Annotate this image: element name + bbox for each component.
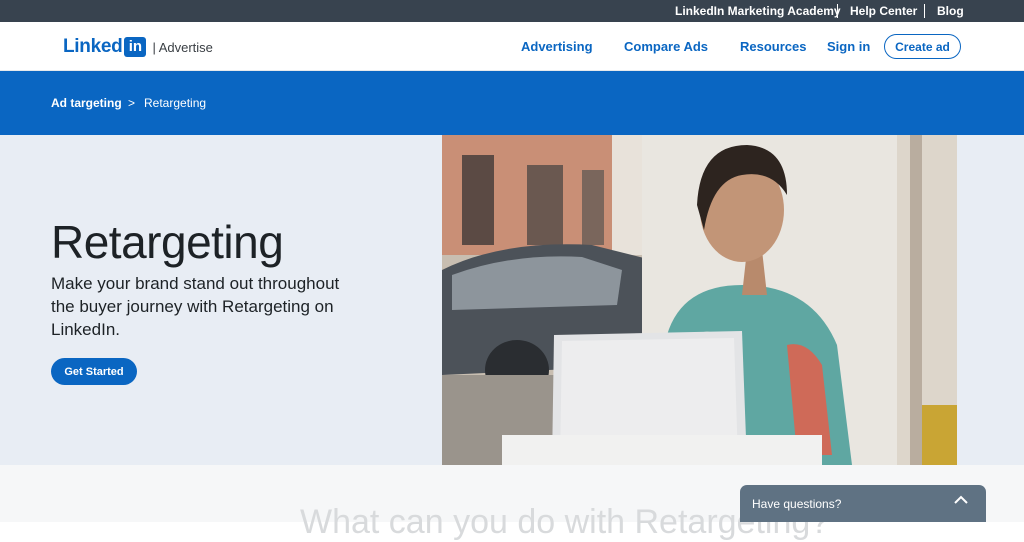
help-center-link[interactable]: Help Center	[850, 0, 917, 22]
create-ad-button[interactable]: Create ad	[884, 34, 961, 59]
nav-compare-ads[interactable]: Compare Ads	[624, 39, 708, 54]
sign-in-link[interactable]: Sign in	[827, 39, 870, 54]
breadcrumb-separator: >	[128, 96, 136, 110]
utility-divider	[924, 4, 925, 18]
breadcrumb-ad-targeting[interactable]: Ad targeting	[51, 96, 122, 110]
breadcrumb-current: Retargeting	[144, 96, 207, 110]
marketing-academy-link[interactable]: LinkedIn Marketing Academy	[675, 0, 841, 22]
logo-wordmark: Linked	[63, 36, 123, 57]
blog-link[interactable]: Blog	[937, 0, 964, 22]
hero-subtitle: Make your brand stand out throughout the…	[51, 274, 340, 339]
linkedin-logo[interactable]: Linked in | Advertise	[63, 36, 213, 58]
nav-resources[interactable]: Resources	[740, 39, 806, 54]
chat-widget[interactable]: Have questions?	[740, 485, 986, 522]
utility-divider	[837, 4, 838, 18]
logo-in-badge: in	[124, 37, 147, 57]
hero-section: Retargeting Make your brand stand out th…	[0, 135, 1024, 465]
utility-bar: LinkedIn Marketing Academy Help Center B…	[0, 0, 1024, 22]
hero-photo	[442, 135, 957, 465]
get-started-button[interactable]: Get Started	[51, 358, 137, 385]
hero-photo-illustration	[442, 135, 957, 465]
chevron-up-icon[interactable]	[954, 495, 968, 505]
nav-advertising[interactable]: Advertising	[521, 39, 593, 54]
main-header: Linked in | Advertise Advertising Compar…	[0, 22, 1024, 71]
chat-label: Have questions?	[752, 497, 842, 511]
breadcrumb: Ad targeting > Retargeting	[0, 71, 1024, 135]
page-title: Retargeting	[51, 216, 284, 268]
logo-advertise-label: | Advertise	[152, 39, 213, 55]
